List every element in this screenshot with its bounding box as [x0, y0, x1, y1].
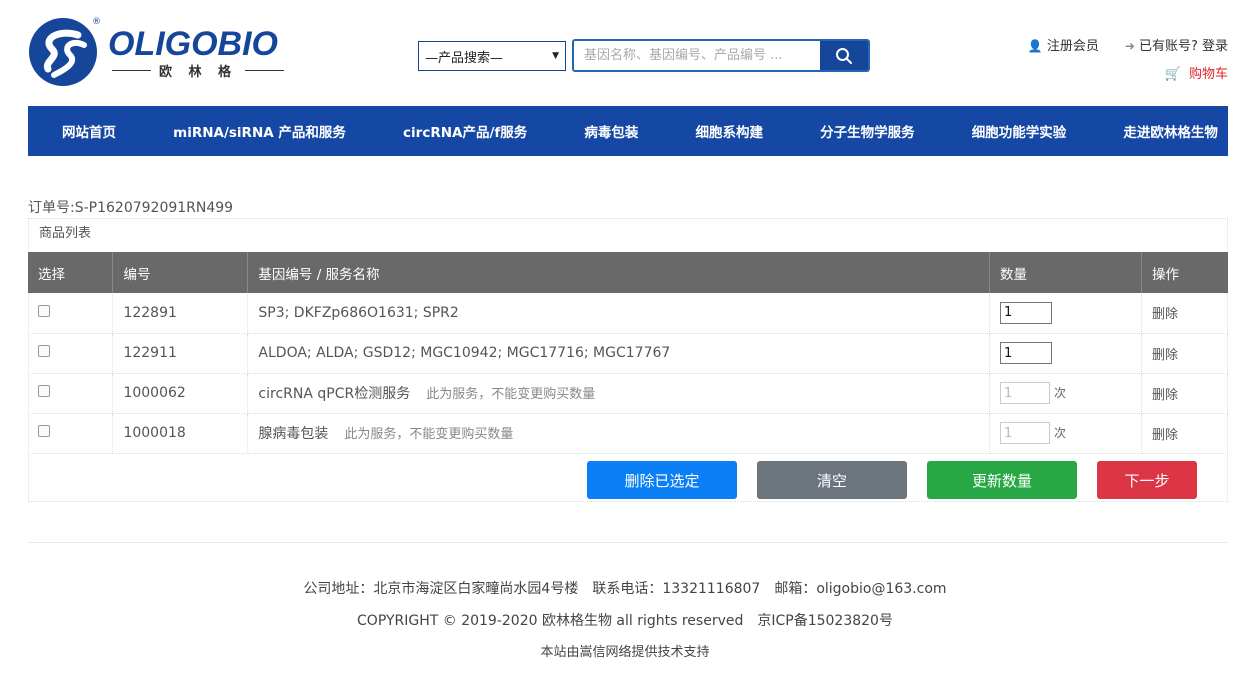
divider [245, 69, 284, 71]
brand-subtitle: 欧 林 格 [158, 64, 238, 80]
qty-cell: 1 [989, 293, 1142, 334]
account-links: 👤 注册会员 ➜ 已有账号? 登录 🛒 购物车 [1028, 35, 1228, 82]
sign-in-icon: ➜ [1124, 39, 1135, 53]
id-cell: 1000062 [112, 373, 249, 414]
delete-selected-button[interactable]: 删除已选定 [587, 461, 737, 499]
nav-item-molecular-biology[interactable]: 分子生物学服务 [820, 121, 915, 141]
row-checkbox[interactable] [38, 345, 50, 357]
delete-link[interactable]: 删除 [1152, 388, 1178, 403]
quantity-unit: 次 [1054, 425, 1067, 440]
col-select: 选择 [28, 252, 114, 293]
row-checkbox[interactable] [38, 385, 50, 397]
cart-icon: 🛒 [1164, 67, 1181, 82]
logo-emblem-icon [29, 18, 97, 86]
register-link[interactable]: 👤 注册会员 [1028, 35, 1099, 54]
table-row: 1000018 腺病毒包装 此为服务，不能变更购买数量 1次 删除 [28, 413, 1229, 454]
nav-item-cell-function[interactable]: 细胞功能学实验 [972, 121, 1067, 141]
nav-item-mirna-sirna[interactable]: miRNA/siRNA 产品和服务 [173, 121, 346, 141]
quantity-input-disabled: 1 [1000, 422, 1051, 444]
cart-actions: 删除已选定 清空 更新数量 下一步 [587, 461, 1197, 499]
quantity-input[interactable]: 1 [1000, 301, 1053, 324]
search-icon [836, 47, 852, 64]
quantity-input[interactable]: 1 [1000, 342, 1053, 364]
select-cell [28, 293, 114, 334]
name-cell: 腺病毒包装 此为服务，不能变更购买数量 [247, 413, 991, 454]
clear-button[interactable]: 清空 [757, 461, 907, 499]
select-cell [28, 413, 114, 454]
service-name: circRNA qPCR检测服务 [258, 386, 411, 402]
table-row: 1000062 circRNA qPCR检测服务 此为服务，不能变更购买数量 1次… [28, 373, 1229, 414]
name-cell: SP3; DKFZp686O1631; SPR2 [247, 293, 991, 334]
footer-contact: 公司地址：北京市海淀区白家疃尚水园4号楼 联系电话：13321116807 邮箱… [303, 581, 947, 597]
brand-logo[interactable]: ® OLIGOBIO 欧 林 格 [28, 17, 298, 89]
footer-tech-support: 本站由嵩信网络提供技术支持 [540, 645, 710, 660]
nav-item-circrna[interactable]: circRNA产品/f服务 [403, 121, 527, 141]
qty-cell: 1次 [989, 373, 1142, 414]
search-bar [572, 39, 870, 72]
qty-cell: 1 [989, 333, 1142, 374]
id-cell: 122891 [112, 293, 249, 334]
id-cell: 122911 [112, 333, 249, 374]
order-number: 订单号:S-P1620792091RN499 [28, 200, 234, 216]
update-quantity-button[interactable]: 更新数量 [927, 461, 1077, 499]
nav-item-virus-packaging[interactable]: 病毒包装 [584, 121, 638, 141]
login-link[interactable]: ➜ 已有账号? 登录 [1125, 35, 1228, 54]
nav-item-home[interactable]: 网站首页 [62, 121, 116, 141]
search-button[interactable] [820, 41, 868, 70]
id-cell: 1000018 [112, 413, 249, 454]
delete-link[interactable]: 删除 [1152, 307, 1178, 322]
search-category-select[interactable]: —产品搜索— ▼ [418, 41, 566, 71]
action-cell: 删除 [1141, 293, 1229, 334]
brand-name: OLIGOBIO [108, 25, 278, 63]
add-user-icon: 👤 [1027, 39, 1043, 53]
nav-item-cell-line[interactable]: 细胞系构建 [696, 121, 764, 141]
chevron-down-icon: ▼ [552, 51, 559, 61]
registered-mark: ® [92, 17, 101, 27]
brand-subtitle-row: 欧 林 格 [112, 62, 284, 80]
name-cell: ALDOA; ALDA; GSD12; MGC10942; MGC17716; … [247, 333, 991, 374]
delete-link[interactable]: 删除 [1152, 428, 1178, 443]
col-action: 操作 [1141, 252, 1228, 293]
footer-divider [28, 542, 1228, 543]
service-note: 此为服务，不能变更购买数量 [344, 427, 514, 442]
name-cell: circRNA qPCR检测服务 此为服务，不能变更购买数量 [247, 373, 991, 414]
cart-panel: 商品列表 选择 编号 基因编号 / 服务名称 数量 操作 122891 SP3;… [28, 218, 1229, 502]
action-cell: 删除 [1141, 333, 1229, 374]
register-label: 注册会员 [1046, 39, 1099, 54]
col-id: 编号 [112, 252, 249, 293]
footer-copyright: COPYRIGHT © 2019-2020 欧林格生物 all rights r… [357, 613, 893, 629]
cart-table: 选择 编号 基因编号 / 服务名称 数量 操作 122891 SP3; DKFZ… [28, 252, 1229, 454]
select-cell [28, 373, 114, 414]
cart-link[interactable]: 🛒 购物车 [1165, 63, 1228, 82]
main-nav: 网站首页 miRNA/siRNA 产品和服务 circRNA产品/f服务 病毒包… [28, 106, 1228, 156]
action-cell: 删除 [1141, 373, 1229, 414]
search-category-value: —产品搜索— [425, 50, 504, 66]
table-row: 122911 ALDOA; ALDA; GSD12; MGC10942; MGC… [28, 333, 1229, 374]
quantity-input-disabled: 1 [1000, 382, 1051, 404]
table-row: 122891 SP3; DKFZp686O1631; SPR2 1 删除 [28, 293, 1229, 334]
service-name: 腺病毒包装 [258, 426, 329, 442]
row-checkbox[interactable] [38, 425, 50, 437]
qty-cell: 1次 [989, 413, 1142, 454]
search-input[interactable] [574, 41, 820, 70]
quantity-unit: 次 [1054, 385, 1067, 400]
service-note: 此为服务，不能变更购买数量 [426, 387, 596, 402]
divider [112, 69, 151, 71]
row-checkbox[interactable] [38, 304, 50, 317]
table-header: 选择 编号 基因编号 / 服务名称 数量 操作 [28, 252, 1228, 293]
col-name: 基因编号 / 服务名称 [247, 252, 991, 293]
nav-item-about[interactable]: 走进欧林格生物 [1123, 121, 1218, 141]
cart-label: 购物车 [1188, 67, 1228, 82]
next-step-button[interactable]: 下一步 [1097, 461, 1197, 499]
product-list-title: 商品列表 [39, 226, 92, 241]
footer: 公司地址：北京市海淀区白家疃尚水园4号楼 联系电话：13321116807 邮箱… [0, 580, 1250, 676]
delete-link[interactable]: 删除 [1152, 348, 1178, 363]
select-cell [28, 333, 114, 374]
action-cell: 删除 [1141, 413, 1229, 454]
col-qty: 数量 [989, 252, 1142, 293]
login-label: 已有账号? 登录 [1138, 39, 1228, 54]
